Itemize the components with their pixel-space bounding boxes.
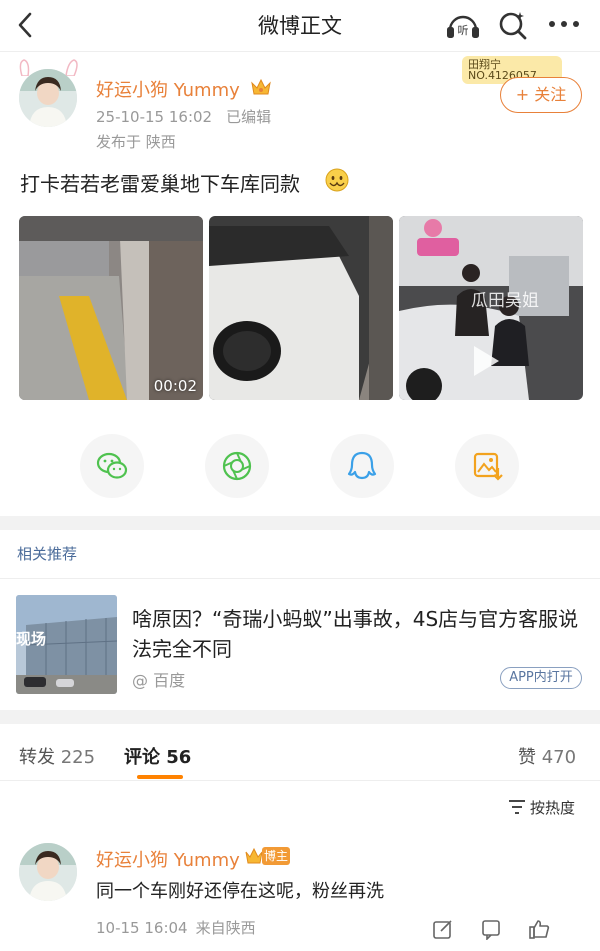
- related-thumbnail-overlay: 现场: [16, 630, 47, 648]
- tab-repost-count: 225: [60, 747, 96, 768]
- tab-repost[interactable]: 转发 225: [19, 743, 95, 769]
- post-time: 25-10-15 16:02: [96, 108, 213, 126]
- share-wechat-button[interactable]: [80, 434, 144, 498]
- save-image-icon: [473, 452, 503, 481]
- divider: [0, 578, 600, 579]
- tab-comments-count: 56: [166, 747, 192, 768]
- follow-button[interactable]: + 关注: [500, 77, 582, 113]
- author-name[interactable]: 好运小狗 Yummy: [96, 76, 240, 102]
- share-moments-button[interactable]: [205, 434, 269, 498]
- image-overlay-text: 瓜田吴姐: [471, 291, 539, 311]
- tab-likes-count: 470: [541, 747, 577, 768]
- wechat-icon: [96, 452, 128, 479]
- share-qq-button[interactable]: [330, 434, 394, 498]
- listen-icon[interactable]: 听: [444, 8, 482, 42]
- interaction-tabs: 转发 225 评论 56 赞 470: [0, 735, 600, 781]
- author-avatar[interactable]: [19, 69, 77, 127]
- tab-comments[interactable]: 评论 56: [124, 743, 191, 769]
- related-source: @ 百度: [132, 671, 186, 690]
- related-section-label: 相关推荐: [17, 545, 78, 563]
- tab-likes[interactable]: 赞 470: [518, 743, 576, 769]
- tab-comments-label: 评论: [124, 747, 160, 768]
- sort-icon: [509, 800, 525, 814]
- tab-repost-label: 转发: [19, 747, 55, 768]
- comment-author-avatar[interactable]: [19, 843, 77, 901]
- post-meta: 25-10-15 16:02 已编辑: [96, 106, 271, 127]
- comment-time: 10-15 16:04: [96, 919, 188, 937]
- active-tab-indicator: [137, 775, 183, 779]
- related-title[interactable]: 啥原因？“奇瑞小蚂蚁”出事故，4S店与官方客服说法完全不同: [132, 604, 582, 664]
- comment-icon[interactable]: [480, 918, 502, 940]
- comment-meta: 10-15 16:04 来自陕西: [96, 917, 256, 938]
- top-nav-bar: 微博正文 听: [0, 0, 600, 52]
- post-location: 发布于 陕西: [96, 133, 176, 151]
- reply-icon[interactable]: [432, 918, 454, 940]
- car-photo: [209, 216, 393, 400]
- open-in-app-button[interactable]: APP内打开: [500, 667, 582, 689]
- sort-button[interactable]: 按热度: [508, 797, 575, 818]
- section-divider: [0, 710, 600, 724]
- avatar-photo: [19, 69, 77, 127]
- post-text: 打卡若若老雷爱巢地下车库同款: [20, 172, 300, 196]
- section-divider: [0, 516, 600, 530]
- like-icon[interactable]: [528, 918, 550, 940]
- related-thumbnail[interactable]: 现场: [16, 595, 117, 694]
- video-duration: 00:02: [153, 377, 197, 395]
- tab-likes-label: 赞: [518, 747, 536, 768]
- sort-label: 按热度: [530, 799, 576, 817]
- author-badge: 博主: [262, 847, 290, 865]
- more-icon[interactable]: [544, 9, 584, 39]
- comment-author-name[interactable]: 好运小狗 Yummy: [96, 846, 240, 872]
- comment-text: 同一个车刚好还停在这呢，粉丝再洗: [96, 881, 384, 902]
- qq-icon: [347, 451, 377, 480]
- search-icon[interactable]: [496, 9, 530, 41]
- save-image-button[interactable]: [455, 434, 519, 498]
- vip-crown-icon: [245, 847, 263, 864]
- comment-location: 来自陕西: [195, 919, 256, 937]
- media-image-thumbnail[interactable]: [209, 216, 393, 400]
- video-frame: [19, 216, 203, 400]
- emoji-icon: [325, 168, 349, 192]
- moments-icon: [222, 451, 252, 481]
- listen-label: 听: [458, 24, 469, 37]
- media-video-thumbnail[interactable]: 00:02: [19, 216, 203, 400]
- media-image-thumbnail[interactable]: 瓜田吴姐: [399, 216, 583, 400]
- watermark-logo: [417, 238, 459, 256]
- avatar-photo: [19, 843, 77, 901]
- vip-crown-icon: [251, 78, 271, 95]
- edited-label[interactable]: 已编辑: [226, 108, 271, 126]
